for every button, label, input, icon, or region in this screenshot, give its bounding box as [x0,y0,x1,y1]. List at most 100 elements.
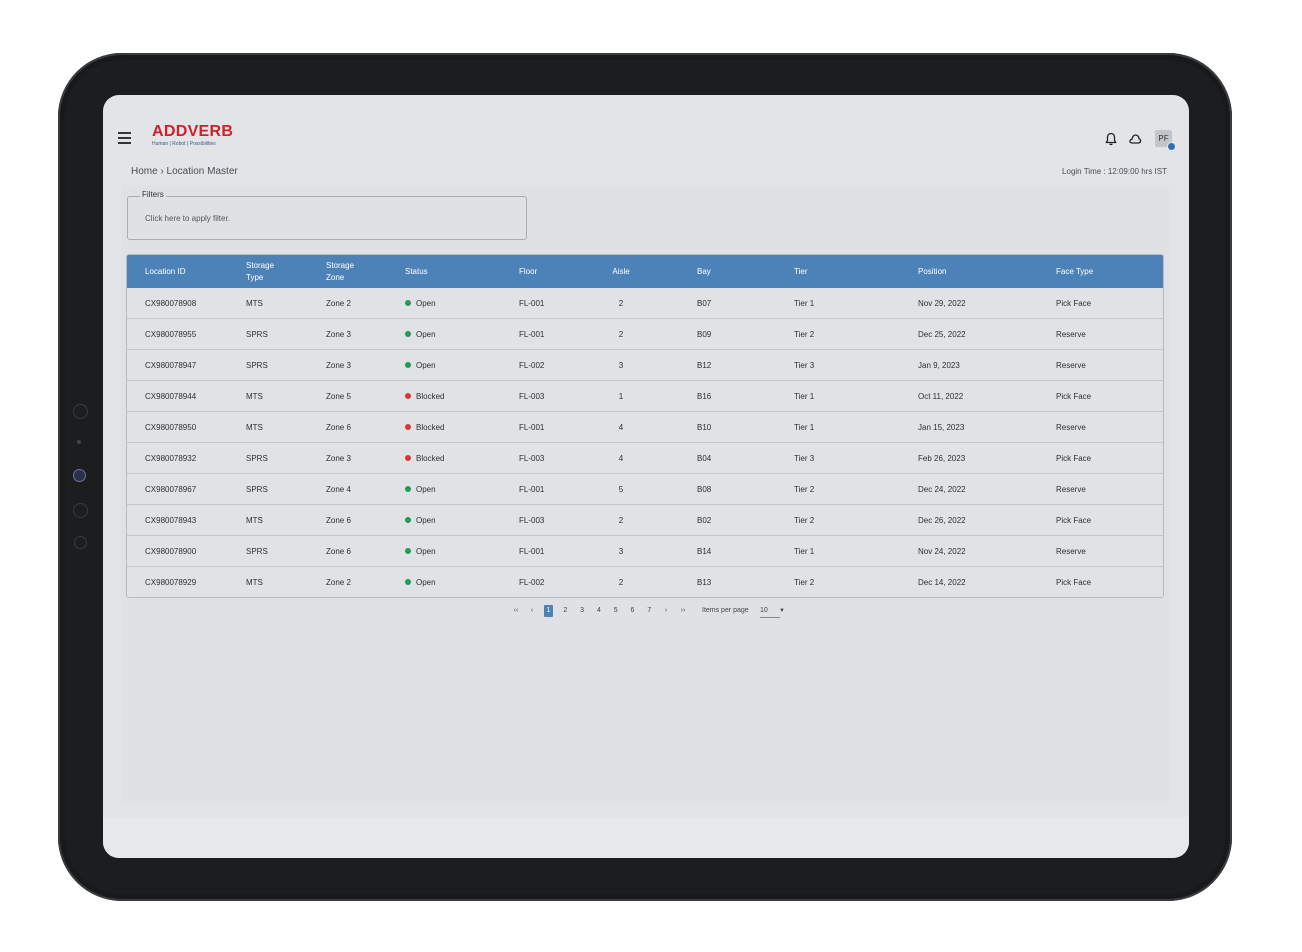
last-page-button[interactable]: ›› [678,605,688,617]
bell-icon[interactable] [1104,132,1118,146]
cell-floor: FL-001 [519,422,545,432]
cell-status: Open [405,474,517,504]
status-dot-icon [405,486,411,492]
cell-bay: B02 [697,515,712,525]
page-3-button[interactable]: 3 [578,605,587,617]
side-sensor-3 [73,503,88,518]
cell-storage-zone: Zone 2 [326,577,351,587]
cell-floor: FL-001 [519,329,545,339]
filter-legend: Filters [140,190,166,199]
cell-face-type: Reserve [1056,484,1086,494]
chevron-down-icon[interactable]: ▼ [779,605,785,617]
cell-bay: B12 [697,360,712,370]
cell-status: Open [405,505,517,535]
next-page-button[interactable]: › [662,605,670,617]
page-7-button[interactable]: 7 [645,605,654,617]
cloud-icon[interactable] [1128,132,1142,146]
prev-page-button[interactable]: ‹ [528,605,536,617]
cell-position: Dec 14, 2022 [918,577,966,587]
cell-face-type: Reserve [1056,546,1086,556]
cell-face-type: Reserve [1056,422,1086,432]
footer-strip [103,817,1189,858]
column-header-status[interactable]: Status [405,255,517,288]
login-time: Login Time : 12:09:00 hrs IST [1062,167,1167,176]
column-header-position[interactable]: Position [918,255,1054,288]
column-header-location-id[interactable]: Location ID [145,255,245,288]
cell-floor: FL-002 [519,360,545,370]
cell-status: Open [405,350,517,380]
cell-storage-type: MTS [246,298,263,308]
cell-storage-type: SPRS [246,546,268,556]
cell-bay: B13 [697,577,712,587]
brand-logo[interactable]: ADDVERB Human | Robot | Possibilities [152,124,233,148]
cell-storage-zone: Zone 3 [326,453,351,463]
cell-storage-zone: Zone 4 [326,484,351,494]
column-header-floor[interactable]: Floor [519,255,599,288]
status-label: Blocked [416,422,445,432]
column-header-bay[interactable]: Bay [697,255,793,288]
table-row[interactable]: CX980078908 MTS Zone 2 Open FL-001 2 B07 Tier 1… [127,288,1163,318]
table-row[interactable]: CX980078947 SPRS Zone 3 Open FL-002 3 B12 Tier … [127,349,1163,380]
avatar-verified-icon [1167,142,1176,151]
table-row[interactable]: CX980078932 SPRS Zone 3 Blocked FL-003 4 B04 Ti… [127,442,1163,473]
status-label: Open [416,329,436,339]
table-row[interactable]: CX980078955 SPRS Zone 3 Open FL-001 2 B09 Tier … [127,318,1163,349]
page-6-button[interactable]: 6 [628,605,637,617]
first-page-button[interactable]: ‹‹ [511,605,521,617]
status-label: Open [416,577,436,587]
cell-face-type: Pick Face [1056,577,1092,587]
cell-location-id: CX980078950 [145,422,197,432]
column-header-face-type[interactable]: Face Type [1056,255,1156,288]
table-header: Location ID Storage Type Storage Zone Statu… [127,255,1163,288]
side-sensor-4 [74,536,87,549]
cell-storage-type: MTS [246,515,263,525]
page-1-button[interactable]: 1 [544,605,553,617]
cell-tier: Tier 1 [794,422,815,432]
cell-position: Dec 24, 2022 [918,484,966,494]
cell-tier: Tier 2 [794,515,815,525]
cell-storage-type: SPRS [246,360,268,370]
cell-position: Dec 26, 2022 [918,515,966,525]
status-label: Blocked [416,391,445,401]
table-row[interactable]: CX980078950 MTS Zone 6 Blocked FL-001 4 B10 Tie… [127,411,1163,442]
column-header-storage-zone[interactable]: Storage Zone [326,255,368,288]
cell-bay: B16 [697,391,712,401]
cell-floor: FL-001 [519,546,545,556]
page-2-button[interactable]: 2 [561,605,570,617]
cell-position: Feb 26, 2023 [918,453,966,463]
cell-tier: Tier 3 [794,453,815,463]
cell-floor: FL-003 [519,453,545,463]
status-label: Open [416,484,436,494]
table-row[interactable]: CX980078900 SPRS Zone 6 Open FL-001 3 B14 Tier … [127,535,1163,566]
table-row[interactable]: CX980078929 MTS Zone 2 Open FL-002 2 B13 Tier 2… [127,566,1163,597]
cell-location-id: CX980078929 [145,577,197,587]
table-row[interactable]: CX980078943 MTS Zone 6 Open FL-003 2 B02 Tier 2… [127,504,1163,535]
items-per-page-select[interactable]: 10 ▼ [760,605,785,618]
cell-bay: B14 [697,546,712,556]
cell-aisle: 2 [618,515,624,525]
filter-hint[interactable]: Click here to apply filter. [145,214,230,223]
top-header: ADDVERB Human | Robot | Possibilities PF [103,95,1189,157]
page-4-button[interactable]: 4 [594,605,603,617]
cell-tier: Tier 1 [794,391,815,401]
cell-status: Open [405,319,517,349]
status-label: Blocked [416,453,445,463]
cell-bay: B04 [697,453,712,463]
breadcrumb[interactable]: Home › Location Master [131,166,238,177]
filter-box[interactable]: Click here to apply filter. [127,196,527,240]
cell-location-id: CX980078944 [145,391,197,401]
table-row[interactable]: CX980078944 MTS Zone 5 Blocked FL-003 1 B16 Tie… [127,380,1163,411]
cell-face-type: Pick Face [1056,391,1092,401]
table-row[interactable]: CX980078967 SPRS Zone 4 Open FL-001 5 B08 Tier … [127,473,1163,504]
cell-aisle: 4 [618,422,624,432]
cell-floor: FL-001 [519,298,545,308]
cell-position: Nov 29, 2022 [918,298,966,308]
cell-tier: Tier 1 [794,546,815,556]
status-dot-icon [405,393,411,399]
page-5-button[interactable]: 5 [611,605,620,617]
column-header-aisle[interactable]: Aisle [601,255,641,288]
column-header-tier[interactable]: Tier [794,255,916,288]
column-header-storage-type[interactable]: Storage Type [246,255,288,288]
cell-location-id: CX980078943 [145,515,197,525]
menu-icon[interactable] [118,132,131,144]
